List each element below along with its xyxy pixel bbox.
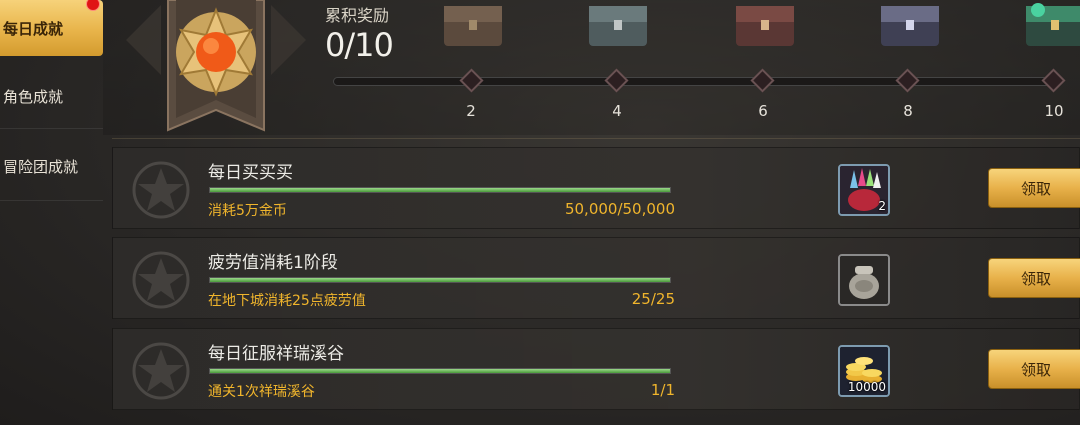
sidebar: 每日成就 角色成就 冒险团成就 xyxy=(0,0,103,425)
task-row: 每日买买买 消耗5万金币 50,000/50,000 2 领取 xyxy=(112,147,1080,229)
jade-chest-icon[interactable] xyxy=(1020,0,1080,52)
task-row: 疲劳值消耗1阶段 在地下城消耗25点疲劳值 25/25 领取 xyxy=(112,237,1080,319)
reward-item[interactable] xyxy=(838,254,890,306)
tab-daily-achievements[interactable]: 每日成就 xyxy=(0,0,103,56)
milestone-label: 8 xyxy=(903,102,913,120)
milestone-label: 2 xyxy=(466,102,476,120)
milestone-label: 4 xyxy=(612,102,622,120)
task-count: 25/25 xyxy=(631,290,675,308)
task-progress-fill xyxy=(210,188,670,192)
task-description: 在地下城消耗25点疲劳值 xyxy=(208,293,366,309)
reward-quantity: 2 xyxy=(878,199,886,213)
claim-button[interactable]: 领取 xyxy=(988,168,1080,208)
task-progress-bar xyxy=(209,187,671,193)
accumulated-reward-value: 0/10 xyxy=(325,26,394,64)
reward-item[interactable]: 2 xyxy=(838,164,890,216)
tab-divider xyxy=(0,128,103,129)
task-count: 50,000/50,000 xyxy=(564,200,675,218)
task-row: 每日征服祥瑞溪谷 通关1次祥瑞溪谷 1/1 10000 领取 xyxy=(112,328,1080,410)
milestone-label: 10 xyxy=(1044,102,1064,120)
claim-button[interactable]: 领取 xyxy=(988,258,1080,298)
iron-chest-icon[interactable] xyxy=(583,0,653,52)
red-chest-icon[interactable] xyxy=(730,0,800,52)
task-description: 消耗5万金币 xyxy=(208,203,287,219)
task-count: 1/1 xyxy=(650,381,675,399)
star-icon xyxy=(132,161,190,219)
header-divider xyxy=(112,138,1080,139)
tab-character-achievements[interactable]: 角色成就 xyxy=(0,68,103,124)
clay-jar-icon xyxy=(840,256,888,304)
reward-quantity: 10000 xyxy=(847,380,886,394)
task-progress-bar xyxy=(209,368,671,374)
milestone-label: 6 xyxy=(758,102,768,120)
medal-banner xyxy=(126,0,306,132)
task-description: 通关1次祥瑞溪谷 xyxy=(208,384,315,400)
accumulated-reward-label: 累积奖励 xyxy=(325,6,390,25)
wooden-chest-icon[interactable] xyxy=(438,0,508,52)
task-progress-fill xyxy=(210,369,670,373)
notification-dot xyxy=(86,0,100,11)
reward-item[interactable]: 10000 xyxy=(838,345,890,397)
task-progress-fill xyxy=(210,278,670,282)
silver-chest-icon[interactable] xyxy=(875,0,945,52)
tab-label: 冒险团成就 xyxy=(3,157,79,176)
star-icon xyxy=(132,342,190,400)
tab-label: 每日成就 xyxy=(3,19,64,38)
tab-label: 角色成就 xyxy=(3,87,64,106)
task-title: 疲劳值消耗1阶段 xyxy=(208,253,338,273)
task-title: 每日买买买 xyxy=(208,163,293,183)
tab-adventure-team-achievements[interactable]: 冒险团成就 xyxy=(0,138,103,194)
task-title: 每日征服祥瑞溪谷 xyxy=(208,344,344,364)
task-progress-bar xyxy=(209,277,671,283)
tab-divider xyxy=(0,200,103,201)
claim-button[interactable]: 领取 xyxy=(988,349,1080,389)
star-icon xyxy=(132,251,190,309)
reward-progress-track xyxy=(333,77,1058,86)
